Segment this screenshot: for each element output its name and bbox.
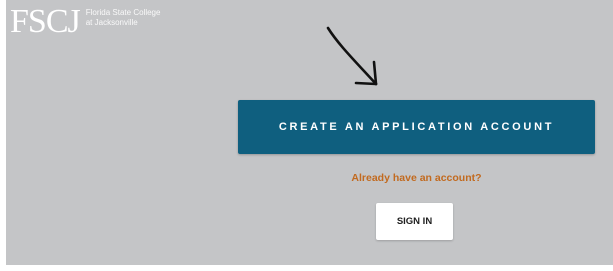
logo-mark: FSCJ: [10, 3, 81, 40]
hand-drawn-arrow-icon: [326, 26, 378, 86]
college-logo[interactable]: FSCJ Florida State College at Jacksonvil…: [10, 4, 160, 40]
already-have-account-text: Already have an account?: [351, 172, 482, 184]
page-frame: FSCJ Florida State College at Jacksonvil…: [6, 0, 613, 265]
logo-college-name: Florida State College at Jacksonville: [86, 8, 161, 28]
create-application-account-button[interactable]: CREATE AN APPLICATION ACCOUNT: [238, 100, 595, 154]
logo-line-1: Florida State College: [85, 8, 161, 17]
sign-in-button[interactable]: SIGN IN: [376, 203, 453, 240]
logo-line-2: at Jacksonville: [85, 18, 138, 27]
